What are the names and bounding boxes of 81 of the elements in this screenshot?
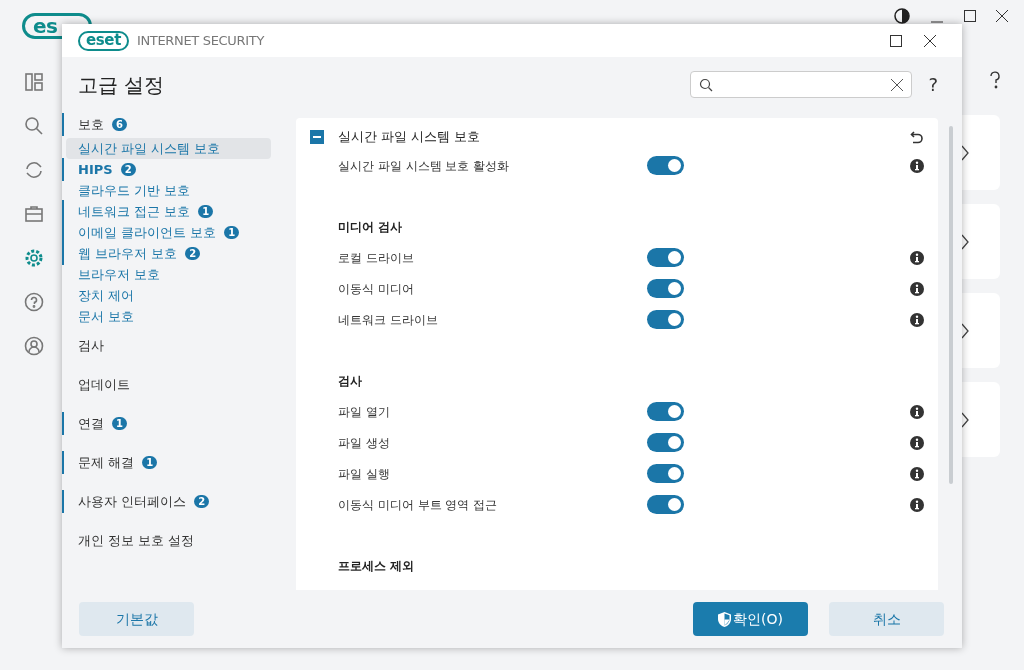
sidebar-item[interactable]: 웹 브라우저 보호 2 (66, 243, 271, 264)
help-button[interactable]: ? (928, 71, 938, 98)
group-heading: 프로세스 제외 (338, 557, 415, 575)
confirm-button[interactable]: 확인(O) (693, 602, 808, 636)
secondary-button[interactable]: 취소 (829, 602, 944, 636)
eset-logo: eset (78, 30, 129, 51)
section-title: 실시간 파일 시스템 보호 (338, 128, 481, 147)
toggle-switch[interactable] (647, 433, 684, 452)
count-badge: 2 (120, 163, 136, 176)
sidebar-item[interactable]: HIPS 2 (66, 159, 271, 180)
toggle-switch[interactable] (647, 279, 684, 298)
secondary-button[interactable]: 기본값 (79, 602, 194, 636)
clear-icon[interactable] (891, 78, 904, 91)
sidebar-item[interactable]: 문제 해결 1 (66, 452, 271, 473)
user-icon[interactable] (24, 336, 44, 356)
chevron-right-icon (961, 322, 969, 339)
count-badge: 1 (198, 205, 214, 218)
toggle-switch[interactable] (647, 156, 684, 175)
setting-label: 실시간 파일 시스템 보호 활성화 (338, 157, 511, 175)
sidebar-item[interactable]: 네트워크 접근 보호 1 (66, 201, 271, 222)
sidebar-item[interactable]: 브라우저 보호 (66, 264, 271, 285)
briefcase-icon[interactable] (24, 204, 44, 224)
info-icon (910, 466, 924, 481)
sidebar-item[interactable]: 실시간 파일 시스템 보호 (66, 138, 271, 159)
info-icon (910, 312, 924, 327)
sidebar-item[interactable]: 업데이트 (66, 374, 271, 395)
info-icon (910, 404, 924, 419)
sidebar-item[interactable]: 장치 제어 (66, 285, 271, 306)
group-heading: 미디어 검사 (338, 218, 403, 236)
chevron-right-icon (961, 144, 969, 161)
sidebar-item[interactable]: 연결 1 (66, 413, 271, 434)
sidebar-item[interactable]: 클라우드 기반 보호 (66, 180, 271, 201)
count-badge: 1 (112, 417, 127, 430)
contrast-icon[interactable] (894, 8, 910, 24)
maximize-icon[interactable] (964, 10, 976, 22)
setting-label: 파일 실행 (338, 465, 391, 483)
setting-label: 파일 생성 (338, 434, 391, 452)
chevron-right-icon (961, 411, 969, 428)
count-badge: 2 (194, 495, 210, 508)
toggle-switch[interactable] (647, 464, 684, 483)
dialog-title: 고급 설정 (78, 71, 165, 99)
toggle-switch[interactable] (647, 402, 684, 421)
sidebar-item[interactable]: 이메일 클라이언트 보호 1 (66, 222, 271, 243)
dashboard-icon[interactable] (24, 72, 44, 92)
count-badge: 2 (185, 247, 201, 260)
count-badge: 1 (142, 456, 158, 469)
setting-label: 로컬 드라이브 (338, 249, 415, 267)
sidebar-item[interactable]: 개인 정보 보호 설정 (66, 530, 271, 551)
setting-label: 이동식 미디어 (338, 280, 415, 298)
close-icon[interactable] (996, 10, 1008, 22)
count-badge: 1 (224, 226, 240, 239)
sidebar-item[interactable]: 사용자 인터페이스 2 (66, 491, 271, 512)
help-icon[interactable] (989, 71, 1001, 89)
search-icon[interactable] (24, 116, 44, 136)
setting-label: 이동식 미디어 부트 영역 접근 (338, 496, 499, 514)
info-icon (910, 250, 924, 265)
sidebar-item[interactable]: 검사 (66, 335, 271, 356)
setting-label: 네트워크 드라이브 (338, 311, 439, 329)
refresh-icon[interactable] (24, 160, 44, 180)
count-badge: 6 (112, 118, 127, 131)
chevron-right-icon (961, 233, 969, 250)
search-field[interactable] (690, 71, 913, 98)
close-icon[interactable] (924, 34, 936, 47)
sidebar-item[interactable]: 문서 보호 (66, 306, 271, 327)
search-icon (699, 77, 714, 92)
product-name: INTERNET SECURITY (136, 31, 264, 50)
undo-icon[interactable] (910, 130, 924, 144)
info-icon (910, 435, 924, 450)
setting-label: 파일 열기 (338, 403, 391, 421)
settings-icon[interactable] (24, 248, 44, 268)
maximize-icon[interactable] (890, 34, 902, 47)
toggle-switch[interactable] (647, 248, 684, 267)
toggle-switch[interactable] (647, 310, 684, 329)
info-icon (910, 497, 924, 512)
shield-icon (718, 611, 731, 627)
info-icon (910, 158, 924, 173)
toggle-switch[interactable] (647, 495, 684, 514)
collapse-toggle[interactable] (310, 130, 324, 144)
sidebar-item[interactable]: 보호 6 (66, 114, 271, 135)
info-icon (910, 281, 924, 296)
group-heading: 검사 (338, 372, 362, 390)
